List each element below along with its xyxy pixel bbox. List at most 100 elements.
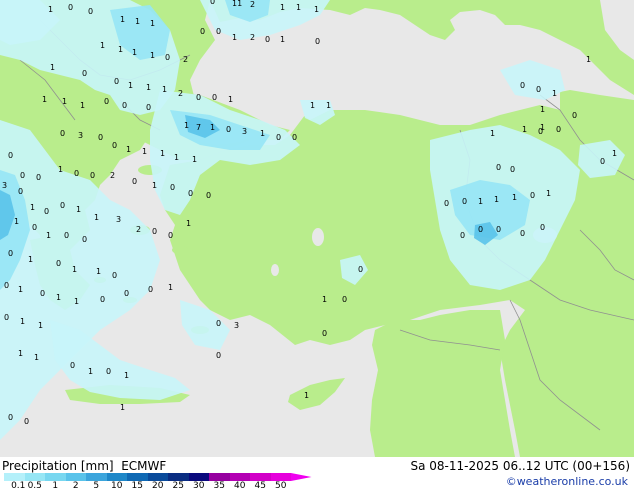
rain-value: 0 — [212, 93, 217, 102]
scale-swatch — [291, 473, 312, 481]
rain-value: 0 — [322, 329, 327, 338]
rain-value: 11 — [232, 0, 242, 8]
rain-value: 0 — [64, 231, 69, 240]
rain-value: 1 — [128, 81, 133, 90]
rain-value: 3 — [116, 215, 121, 224]
scale-swatch — [4, 473, 25, 481]
valid-time: Sa 08-11-2025 06..12 UTC (00+156) — [410, 459, 630, 473]
rain-value: 0 — [600, 157, 605, 166]
rain-value: 0 — [572, 111, 577, 120]
rain-value: 1 — [168, 283, 173, 292]
rain-value: 1 — [210, 123, 215, 132]
rain-value: 1 — [96, 267, 101, 276]
rain-value: 0 — [510, 165, 515, 174]
rain-value: 0 — [200, 27, 205, 36]
rain-value: 0 — [168, 231, 173, 240]
rain-value: 0 — [170, 183, 175, 192]
rain-value: 0 — [4, 281, 9, 290]
rain-value: 0 — [40, 289, 45, 298]
rain-value: 1 — [28, 255, 33, 264]
scale-swatch — [127, 473, 148, 481]
scale-swatch — [24, 473, 45, 481]
scale-swatch — [270, 473, 291, 481]
rain-value: 1 — [152, 181, 157, 190]
rain-value: 1 — [232, 33, 237, 42]
scale-swatch — [86, 473, 107, 481]
rain-value: 1 — [612, 149, 617, 158]
rain-value: 0 — [4, 313, 9, 322]
rain-value: 0 — [216, 27, 221, 36]
rain-value: 0 — [90, 171, 95, 180]
rain-value: 0 — [24, 417, 29, 426]
rain-value: 2 — [178, 89, 183, 98]
rain-value: 1 — [512, 193, 517, 202]
rain-value: 0 — [444, 199, 449, 208]
rain-value: 0 — [188, 189, 193, 198]
rain-value: 0 — [538, 127, 543, 136]
rain-value: 1 — [280, 35, 285, 44]
rain-value: 2 — [136, 225, 141, 234]
rain-value: 1 — [132, 48, 137, 57]
rain-value: 1 — [304, 391, 309, 400]
rain-value: 1 — [38, 321, 43, 330]
rain-value: 1 — [280, 3, 285, 12]
rain-value: 0 — [104, 97, 109, 106]
rain-value: 1 — [186, 219, 191, 228]
rain-value: 1 — [94, 213, 99, 222]
rain-value: 0 — [536, 85, 541, 94]
rain-value: 0 — [18, 187, 23, 196]
rain-value: 1 — [20, 317, 25, 326]
rain-value: 1 — [192, 155, 197, 164]
rain-value: 0 — [540, 223, 545, 232]
rain-value: 2 — [110, 171, 115, 180]
rain-value: 3 — [234, 321, 239, 330]
rain-value: 0 — [98, 133, 103, 142]
rain-value: 1 — [118, 45, 123, 54]
rain-value: 0 — [100, 295, 105, 304]
rain-value: 0 — [462, 197, 467, 206]
rain-value: 0 — [20, 171, 25, 180]
rain-value: 0 — [132, 177, 137, 186]
rain-value: 0 — [358, 265, 363, 274]
rain-value: 0 — [106, 367, 111, 376]
rain-value: 0 — [32, 223, 37, 232]
copyright-link[interactable]: ©weatheronline.co.uk — [506, 475, 628, 488]
scale-swatch — [106, 473, 127, 481]
scale-swatch — [250, 473, 271, 481]
rain-value: 3 — [78, 131, 83, 140]
rain-value: 0 — [114, 77, 119, 86]
rain-value: 0 — [196, 93, 201, 102]
rain-value: 1 — [490, 129, 495, 138]
scale-swatch — [168, 473, 189, 481]
rain-value: 0 — [206, 191, 211, 200]
rain-value: 0 — [496, 163, 501, 172]
scale-swatch — [45, 473, 66, 481]
rain-value: 0 — [8, 151, 13, 160]
rain-value: 0 — [292, 133, 297, 142]
rain-value: 0 — [88, 7, 93, 16]
rain-value: 0 — [342, 295, 347, 304]
rain-value: 1 — [58, 165, 63, 174]
rain-value: 1 — [80, 101, 85, 110]
rain-value: 0 — [556, 125, 561, 134]
rain-value: 1 — [586, 55, 591, 64]
rain-value: 1 — [150, 51, 155, 60]
rain-value: 1 — [34, 353, 39, 362]
scale-swatch — [188, 473, 209, 481]
scale-swatch — [65, 473, 86, 481]
lake-tuz — [312, 228, 324, 246]
rain-value: 0 — [70, 361, 75, 370]
rain-value: 3 — [242, 127, 247, 136]
rain-value: 1 — [150, 19, 155, 28]
weather-map: 1 1 1 0 11 2 1 1 1 0 0 1 2 0 1 0 1 1 1 1 0 2 1 0 0 1 1 1 2 0 0 1 1 1 1 0 0 0 1… — [0, 0, 634, 457]
rain-value: 0 — [315, 37, 320, 46]
rain-value: 1 — [88, 367, 93, 376]
rain-value: 1 — [14, 217, 19, 226]
rain-value: 1 — [552, 89, 557, 98]
rain-value: 0 — [496, 225, 501, 234]
rain-value: 1 — [48, 5, 53, 14]
rain-value: 1 — [142, 147, 147, 156]
rain-value: 1 — [120, 403, 125, 412]
rain-value: 1 — [314, 5, 319, 14]
rain-value: 0 — [276, 133, 281, 142]
